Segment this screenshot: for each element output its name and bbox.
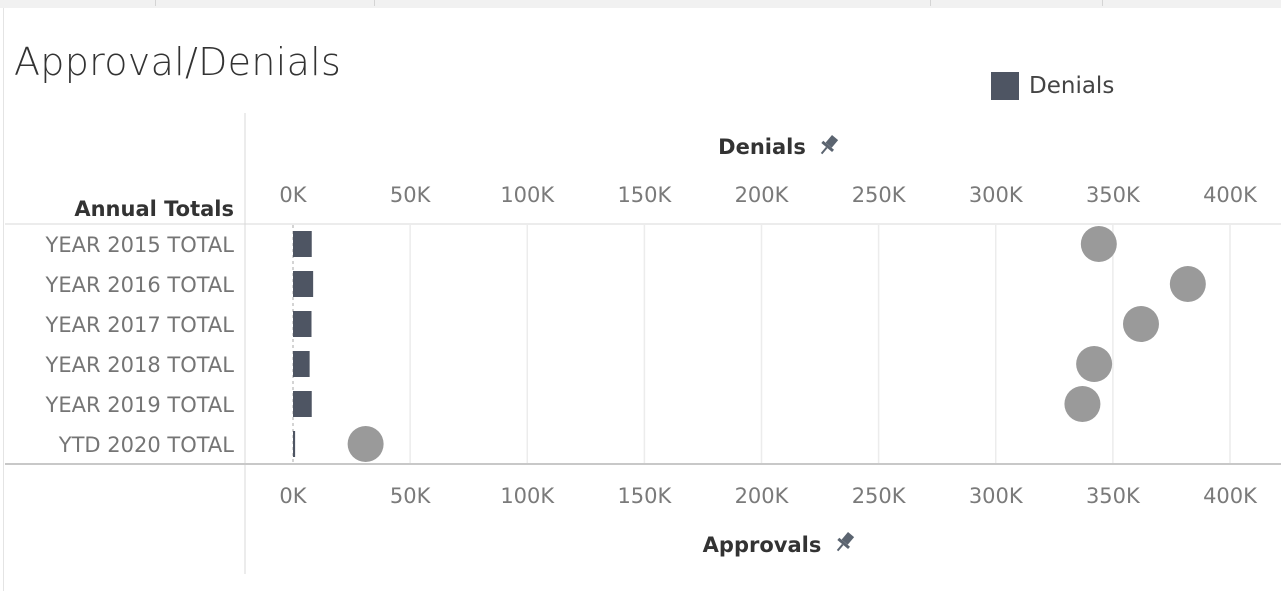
bottom-tick-label: 400K — [1203, 484, 1258, 508]
denials-bar — [293, 431, 296, 457]
approval-denials-chart: 0K 50K 100K 150K 200K 250K 300K 350K 400K 0K 50K 1… — [5, 113, 1281, 574]
top-tick-label: 300K — [969, 183, 1024, 207]
row-label: YEAR 2017 TOTAL — [45, 313, 235, 337]
row-label: YEAR 2019 TOTAL — [45, 393, 235, 417]
bottom-tick-label: 250K — [852, 484, 907, 508]
axis-title-denials: Denials — [718, 135, 806, 159]
top-tick-label: 50K — [390, 183, 432, 207]
axis-title-approvals: Approvals — [703, 533, 822, 557]
approvals-point — [1080, 226, 1117, 262]
bottom-tick-label: 50K — [390, 484, 432, 508]
approvals-point — [1076, 346, 1113, 382]
row-header-annual-totals: Annual Totals — [74, 197, 234, 221]
top-tick-label: 0K — [279, 183, 307, 207]
top-tick-label: 100K — [500, 183, 555, 207]
top-tick-label: 250K — [852, 183, 907, 207]
denials-bar — [293, 231, 312, 257]
bottom-tick-label: 350K — [1086, 484, 1141, 508]
bottom-tick-label: 150K — [617, 484, 672, 508]
denials-bar — [293, 271, 314, 297]
top-tick-label: 350K — [1086, 183, 1141, 207]
denials-bar — [293, 311, 312, 337]
pin-icon[interactable] — [816, 133, 840, 158]
denials-bar — [293, 351, 310, 377]
top-tick-label: 200K — [735, 183, 790, 207]
approvals-point — [1064, 386, 1101, 422]
approvals-point — [1122, 306, 1159, 342]
top-tick-label: 150K — [617, 183, 672, 207]
row-label: YTD 2020 TOTAL — [58, 433, 235, 457]
bottom-tick-label: 0K — [279, 484, 307, 508]
approvals-point — [1169, 266, 1206, 302]
top-tick-label: 400K — [1203, 183, 1258, 207]
row-label: YEAR 2016 TOTAL — [45, 273, 235, 297]
row-label: YEAR 2015 TOTAL — [45, 233, 235, 257]
pin-icon[interactable] — [832, 530, 856, 555]
denials-bar — [293, 391, 312, 417]
bottom-tick-label: 300K — [969, 484, 1024, 508]
row-label: YEAR 2018 TOTAL — [45, 353, 235, 377]
bottom-tick-label: 100K — [500, 484, 555, 508]
approvals-point — [347, 426, 384, 462]
bottom-tick-label: 200K — [735, 484, 790, 508]
